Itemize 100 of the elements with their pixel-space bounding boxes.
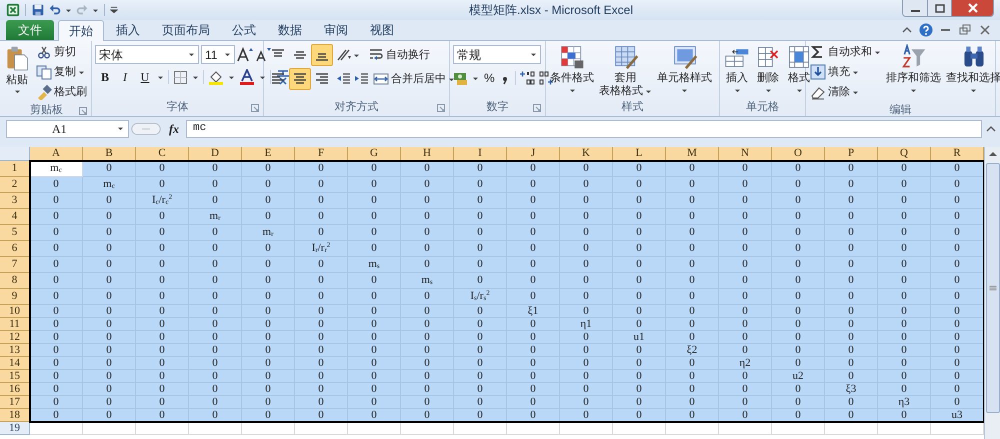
font-color-icon[interactable] <box>239 69 255 85</box>
row-header[interactable]: 6 <box>0 241 30 257</box>
column-header[interactable]: J <box>507 147 560 161</box>
style-button[interactable]: 条件格式 <box>549 44 595 93</box>
row-header[interactable]: 11 <box>0 318 30 331</box>
merge-center-button[interactable]: 合并后居中 <box>372 69 456 89</box>
ribbon-tab[interactable]: 页面布局 <box>152 20 220 40</box>
column-header[interactable]: P <box>825 147 878 161</box>
editing-button[interactable]: 排序和筛选 <box>885 44 942 93</box>
dropdown-caret-icon[interactable] <box>192 74 199 80</box>
increase-decimal-icon[interactable] <box>518 70 535 86</box>
column-header[interactable]: B <box>83 147 136 161</box>
row-header[interactable]: 16 <box>0 383 30 396</box>
vertical-align-button[interactable] <box>311 44 333 66</box>
ribbon-tab[interactable]: 数据 <box>268 20 312 40</box>
dropdown-caret-icon[interactable] <box>472 76 479 80</box>
fill-color-icon[interactable] <box>208 69 224 85</box>
row-header[interactable]: 18 <box>0 409 30 422</box>
column-header[interactable]: N <box>719 147 772 161</box>
phonetic-icon[interactable] <box>275 69 291 85</box>
ribbon-tab[interactable]: 开始 <box>58 20 104 41</box>
column-header[interactable]: M <box>666 147 719 161</box>
name-box[interactable]: A1 <box>6 120 129 138</box>
dropdown-caret-icon[interactable] <box>157 74 164 80</box>
maximize-button[interactable] <box>927 0 951 16</box>
font-size-field[interactable]: 11 <box>201 45 235 64</box>
minimize-button[interactable] <box>903 0 927 16</box>
column-header[interactable]: R <box>931 147 984 161</box>
currency-icon[interactable] <box>453 70 469 86</box>
dropdown-caret-icon[interactable] <box>117 126 124 131</box>
horizontal-align-button[interactable] <box>289 68 311 90</box>
bold-button[interactable]: B <box>97 68 113 86</box>
column-header[interactable]: F <box>295 147 348 161</box>
column-header[interactable]: O <box>772 147 825 161</box>
dropdown-caret-icon[interactable] <box>92 8 99 12</box>
row-header[interactable]: 15 <box>0 370 30 383</box>
dropdown-caret-icon[interactable] <box>228 74 235 80</box>
style-button[interactable]: 套用 表格格式 <box>598 44 653 98</box>
close-workbook-icon[interactable] <box>978 23 992 37</box>
column-header[interactable]: C <box>136 147 189 161</box>
grow-font-icon[interactable] <box>237 46 253 62</box>
paste-button[interactable]: 粘贴 <box>5 44 29 94</box>
excel-app-icon[interactable] <box>6 3 20 17</box>
ribbon-button[interactable]: 复制 <box>35 62 88 82</box>
ribbon-button[interactable]: 剪切 <box>35 42 88 62</box>
cells-button[interactable]: 删除 <box>754 44 782 93</box>
row-header[interactable]: 8 <box>0 273 30 289</box>
row-header[interactable]: 3 <box>0 193 30 209</box>
column-header[interactable]: G <box>348 147 401 161</box>
column-header[interactable]: E <box>242 147 295 161</box>
dropdown-caret-icon[interactable] <box>259 74 266 80</box>
wrap-text-button[interactable]: 自动换行 <box>367 45 431 65</box>
formula-input-field[interactable]: mc <box>186 120 982 138</box>
border-grid-icon[interactable] <box>173 70 188 84</box>
ribbon-button[interactable]: 格式刷 <box>35 82 88 102</box>
italic-button[interactable]: I <box>117 68 133 86</box>
column-header[interactable]: I <box>454 147 507 161</box>
ribbon-tab[interactable]: 公式 <box>222 20 266 40</box>
shrink-font-icon[interactable] <box>255 46 271 62</box>
dropdown-caret-icon[interactable] <box>530 52 537 57</box>
row-header[interactable]: 17 <box>0 396 30 409</box>
file-tab[interactable]: 文件 <box>6 20 54 40</box>
row-header[interactable]: 13 <box>0 344 30 357</box>
restore-window-icon[interactable] <box>958 23 972 37</box>
row-header[interactable]: 12 <box>0 331 30 344</box>
row-header[interactable]: 4 <box>0 209 30 225</box>
number-format-field[interactable]: 常规 <box>453 45 541 64</box>
column-header[interactable]: L <box>613 147 666 161</box>
dropdown-caret-icon[interactable] <box>65 8 72 12</box>
underline-button[interactable]: U <box>137 68 153 86</box>
scrollbar-thumb[interactable] <box>986 163 1000 413</box>
insert-function-button[interactable]: fx <box>167 120 181 138</box>
cells-button[interactable]: 插入 <box>723 44 751 93</box>
row-header[interactable]: 7 <box>0 257 30 273</box>
row-header[interactable]: 5 <box>0 225 30 241</box>
help-icon[interactable] <box>919 23 933 37</box>
column-header[interactable]: A <box>30 147 83 161</box>
style-button[interactable]: 单元格样式 <box>656 44 713 93</box>
customize-toolbar-icon[interactable] <box>110 6 118 14</box>
undo-icon[interactable] <box>48 3 62 17</box>
row-header[interactable]: 14 <box>0 357 30 370</box>
formula-bar-handle-icon[interactable] <box>131 122 161 136</box>
save-icon[interactable] <box>31 3 45 17</box>
column-header[interactable]: H <box>401 147 454 161</box>
dropdown-caret-icon[interactable] <box>224 52 231 57</box>
row-header[interactable]: 9 <box>0 289 30 305</box>
row-header[interactable]: 2 <box>0 177 30 193</box>
ribbon-tab[interactable]: 插入 <box>106 20 150 40</box>
font-name-field[interactable]: 宋体 <box>95 45 199 64</box>
ribbon-tab[interactable]: 审阅 <box>314 20 358 40</box>
dropdown-caret-icon[interactable] <box>188 52 195 57</box>
row-header[interactable]: 19 <box>0 422 30 435</box>
row-header[interactable]: 10 <box>0 305 30 318</box>
ribbon-tab[interactable]: 视图 <box>360 20 404 40</box>
column-header[interactable]: Q <box>878 147 931 161</box>
vertical-scrollbar[interactable] <box>984 147 1000 439</box>
column-header[interactable]: K <box>560 147 613 161</box>
close-button[interactable] <box>951 0 993 16</box>
column-header[interactable]: D <box>189 147 242 161</box>
percent-button[interactable]: % <box>482 69 497 87</box>
